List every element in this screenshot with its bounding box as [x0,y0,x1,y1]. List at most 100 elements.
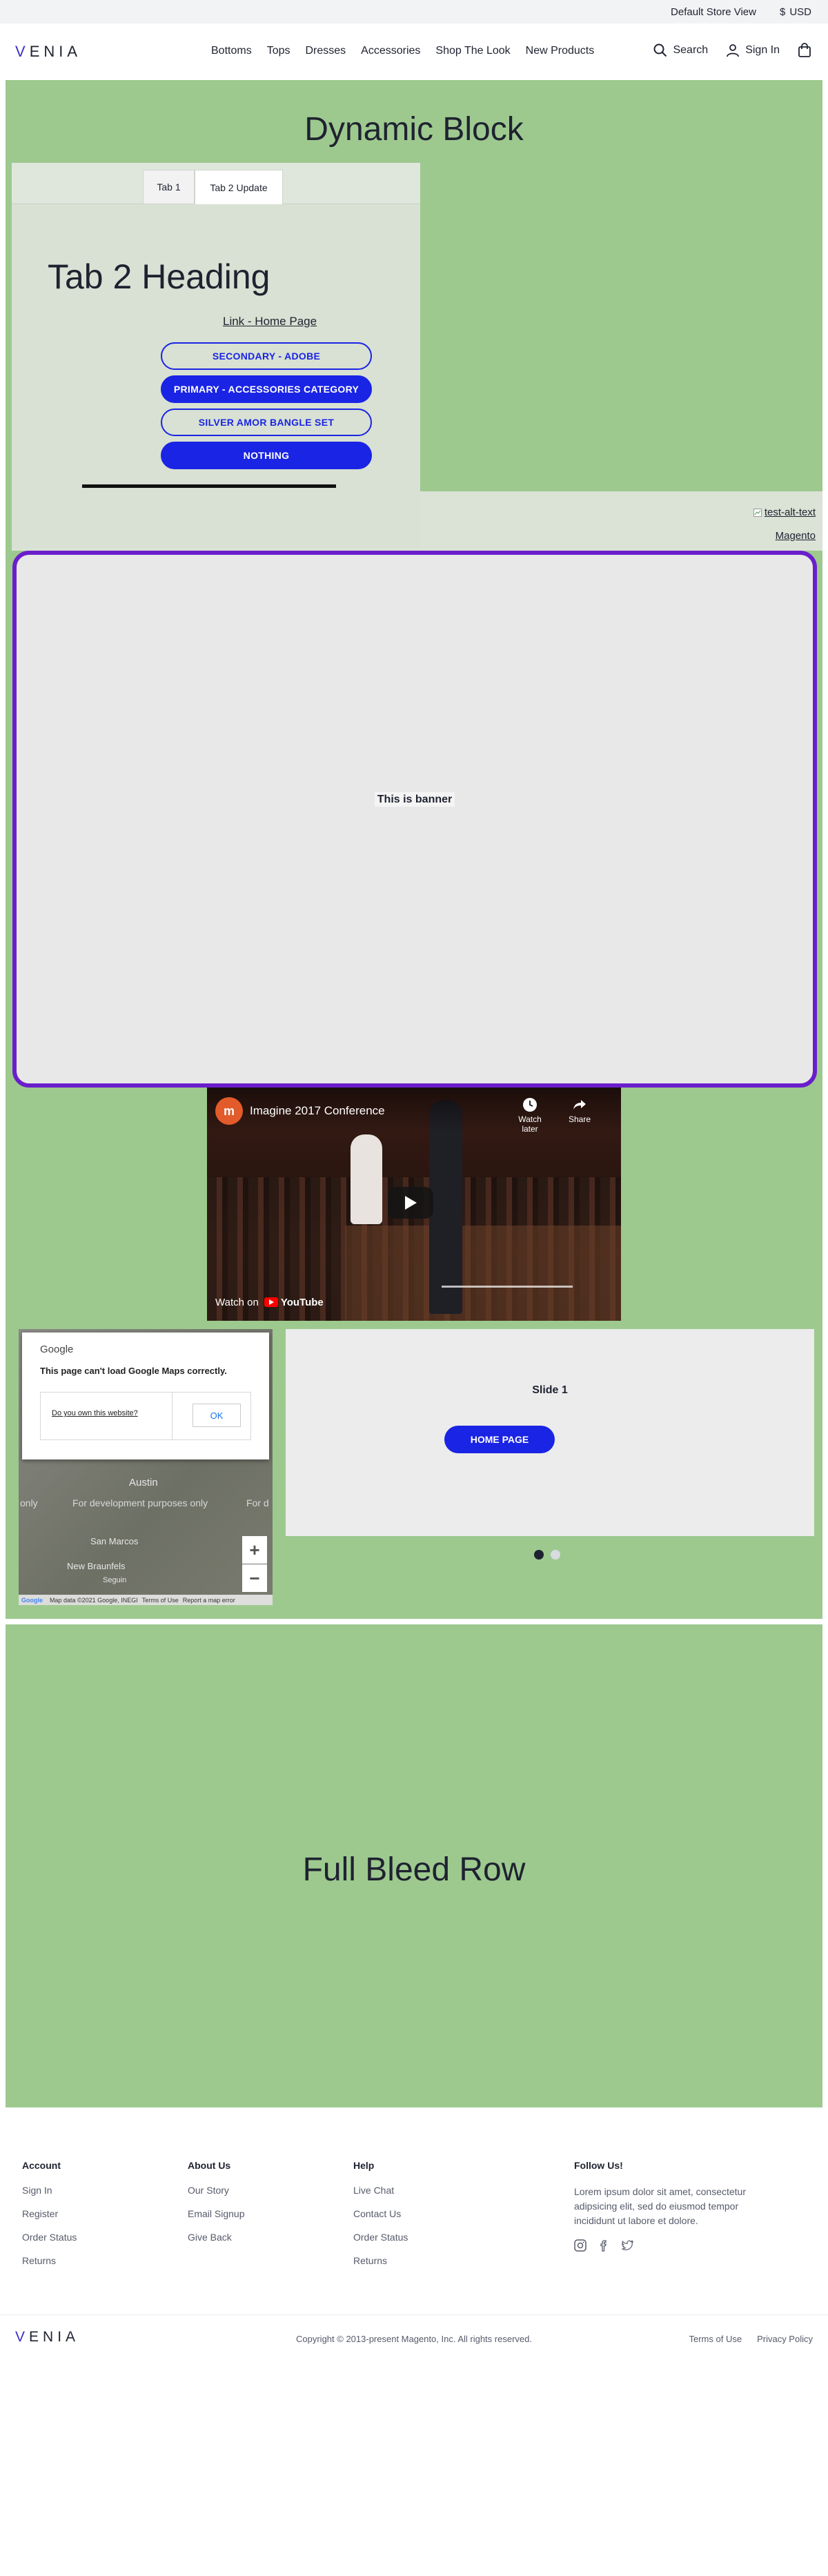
footer-link-email-signup[interactable]: Email Signup [188,2208,245,2219]
broken-image-icon [753,508,762,517]
banner-text: This is banner [17,792,813,807]
video-title[interactable]: Imagine 2017 Conference [250,1104,385,1118]
map-report-link[interactable]: Report a map error [183,1597,235,1604]
footer-follow-heading: Follow Us! [574,2160,623,2171]
logo-text: ENIA [29,43,82,60]
main-nav: Bottoms Tops Dresses Accessories Shop Th… [211,45,594,57]
footer-link-our-story[interactable]: Our Story [188,2185,245,2196]
map-footer: Google Map data ©2021 Google, INEGI Term… [19,1595,273,1605]
header-actions: Search Sign In [653,43,811,58]
tab-1[interactable]: Tab 1 [143,170,195,204]
map-google-logo: Google [21,1596,43,1604]
privacy-policy-link[interactable]: Privacy Policy [757,2334,813,2344]
nav-item-tops[interactable]: Tops [267,45,290,57]
banner[interactable]: This is banner [12,551,817,1088]
video-thumbnail-speaker [429,1100,462,1314]
play-icon [405,1196,417,1210]
tab-heading: Tab 2 Heading [48,257,270,296]
google-wordmark: Google [40,1344,74,1355]
footer-about-heading: About Us [188,2160,231,2171]
magento-link[interactable]: Magento [776,530,816,542]
tab-2-update[interactable]: Tab 2 Update [195,170,283,205]
slide-title: Slide 1 [532,1384,568,1396]
youtube-word: YouTube [280,1296,324,1308]
nav-item-accessories[interactable]: Accessories [361,45,420,57]
facebook-icon[interactable] [598,2239,610,2252]
footer-bottom: VENIA Copyright © 2013-present Magento, … [0,2315,828,2357]
footer-link-live-chat[interactable]: Live Chat [353,2185,408,2196]
footer-help-heading: Help [353,2160,375,2171]
sign-in-label: Sign In [745,44,780,56]
footer-link-give-back[interactable]: Give Back [188,2232,245,2243]
footer-link-order-status[interactable]: Order Status [22,2232,77,2243]
broken-image-link[interactable]: test-alt-text [753,507,816,518]
site-header: VENIA Bottoms Tops Dresses Accessories S… [0,23,828,80]
image-alt-text: test-alt-text [764,507,816,518]
play-button[interactable] [388,1187,433,1219]
search-icon [653,43,667,57]
nav-item-dresses[interactable]: Dresses [305,45,346,57]
terms-of-use-link[interactable]: Terms of Use [689,2334,742,2344]
youtube-play-icon [264,1297,278,1307]
youtube-video-embed[interactable]: m Imagine 2017 Conference Watch later Sh… [207,1088,621,1321]
search-label: Search [673,44,709,56]
video-thumbnail-person [351,1134,382,1224]
footer-link-sign-in[interactable]: Sign In [22,2185,77,2196]
map-error-message: This page can't load Google Maps correct… [40,1366,227,1376]
store-view-switcher[interactable]: Default Store View [671,6,756,18]
video-progress-line [442,1286,573,1288]
cart-button[interactable] [798,43,811,58]
slider-dot-1[interactable] [534,1550,544,1560]
map-zoom-in-button[interactable]: + [242,1536,267,1564]
currency-symbol: $ [779,6,786,18]
map-error-dialog: Google This page can't load Google Maps … [22,1333,269,1459]
dynamic-block: Dynamic Block Tab 1 Tab 2 Update Tab 2 H… [6,80,822,1619]
nav-item-shop-the-look[interactable]: Shop The Look [435,45,510,57]
share-label: Share [568,1114,591,1124]
clock-icon [523,1098,537,1112]
map-dev-watermark-left: only [20,1497,38,1508]
footer-about-column: About Us Our Story Email Signup Give Bac… [188,2160,245,2255]
map-zoom-out-button[interactable]: − [242,1564,267,1592]
footer-link-help-returns[interactable]: Returns [353,2255,408,2266]
google-map[interactable]: Austin San Marcos New Braunfels Seguin F… [19,1329,273,1605]
footer-link-contact-us[interactable]: Contact Us [353,2208,408,2219]
footer-follow-column: Follow Us! Lorem ipsum dolor sit amet, c… [574,2160,753,2252]
home-page-link[interactable]: Link - Home Page [223,315,317,328]
instagram-icon[interactable] [574,2239,586,2252]
own-website-link[interactable]: Do you own this website? [52,1409,138,1417]
secondary-adobe-button[interactable]: SECONDARY - ADOBE [161,342,372,370]
currency-switcher[interactable]: $ USD [780,6,811,18]
footer-link-help-order-status[interactable]: Order Status [353,2232,408,2243]
watch-later-button[interactable]: Watch later [509,1097,551,1134]
silver-amor-bangle-button[interactable]: SILVER AMOR BANGLE SET [161,409,372,436]
divider-line [82,484,336,488]
nav-item-bottoms[interactable]: Bottoms [211,45,252,57]
footer-link-register[interactable]: Register [22,2208,77,2219]
social-links [574,2239,753,2252]
full-bleed-row: Full Bleed Row [6,1624,822,2107]
watch-on-youtube[interactable]: Watch on YouTube [215,1292,324,1312]
footer-account-heading: Account [22,2160,61,2171]
map-terms-link[interactable]: Terms of Use [142,1597,179,1604]
nothing-button[interactable]: NOTHING [161,442,372,469]
logo-v: V [15,43,30,60]
map-data-attribution: Map data ©2021 Google, INEGI [50,1596,138,1604]
channel-logo-icon[interactable]: m [215,1097,243,1125]
search-button[interactable]: Search [653,43,708,57]
content-slider: Slide 1 HOME PAGE [286,1329,814,1536]
footer-link-returns[interactable]: Returns [22,2255,77,2266]
map-dev-watermark: For development purposes only [72,1497,208,1508]
slider-dot-2[interactable] [551,1550,560,1560]
banner-label: This is banner [374,792,455,807]
full-bleed-title: Full Bleed Row [302,1851,526,1888]
twitter-icon[interactable] [621,2239,633,2252]
sign-in-button[interactable]: Sign In [726,43,780,57]
map-ok-button[interactable]: OK [193,1404,241,1427]
home-page-button[interactable]: HOME PAGE [444,1426,555,1453]
venia-logo[interactable]: VENIA [15,43,81,61]
share-button[interactable]: Share [559,1097,600,1124]
primary-accessories-button[interactable]: PRIMARY - ACCESSORIES CATEGORY [161,375,372,403]
nav-item-new-products[interactable]: New Products [526,45,595,57]
video-thumbnail-stage [345,1226,621,1321]
